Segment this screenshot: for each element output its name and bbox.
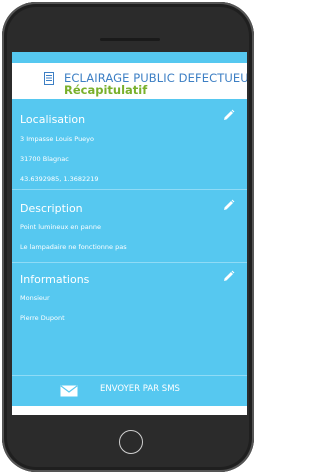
pencil-icon[interactable] [222, 199, 235, 212]
section-title-description: Description [20, 202, 83, 215]
send-sms-button[interactable]: ENVOYER PAR SMS [12, 376, 247, 406]
phone-speaker [100, 38, 160, 41]
app-screen: ECLAIRAGE PUBLIC DEFECTUEUX Récapitulati… [12, 52, 247, 415]
section-title-informations: Informations [20, 273, 90, 286]
coordinates-line: 43.6392985, 1.3682219 [20, 175, 99, 183]
envelope-icon [60, 385, 78, 397]
section-informations: Informations Monsieur Pierre Dupont [12, 263, 247, 373]
pencil-icon[interactable] [222, 270, 235, 283]
pencil-icon[interactable] [222, 109, 235, 122]
page-subtitle: Récapitulatif [64, 83, 148, 97]
address-line: 3 Impasse Louis Pueyo [20, 135, 95, 143]
summary-panel: Localisation 3 Impasse Louis Pueyo 31700… [12, 99, 247, 379]
section-title-localisation: Localisation [20, 113, 86, 126]
phone-frame: ECLAIRAGE PUBLIC DEFECTUEUX Récapitulati… [2, 2, 254, 472]
document-icon [44, 72, 54, 85]
city-line: 31700 Blagnac [20, 155, 69, 163]
send-sms-label: ENVOYER PAR SMS [100, 384, 180, 394]
description-type: Point lumineux en panne [20, 223, 101, 231]
name-line: Pierre Dupont [20, 314, 65, 322]
page-header: ECLAIRAGE PUBLIC DEFECTUEUX Récapitulati… [12, 63, 247, 99]
civility-line: Monsieur [20, 294, 50, 302]
status-bar [12, 52, 247, 63]
description-detail: Le lampadaire ne fonctionne pas [20, 243, 127, 251]
section-localisation: Localisation 3 Impasse Louis Pueyo 31700… [12, 99, 247, 187]
section-description: Description Point lumineux en panne Le l… [12, 190, 247, 260]
home-button[interactable] [119, 430, 143, 454]
